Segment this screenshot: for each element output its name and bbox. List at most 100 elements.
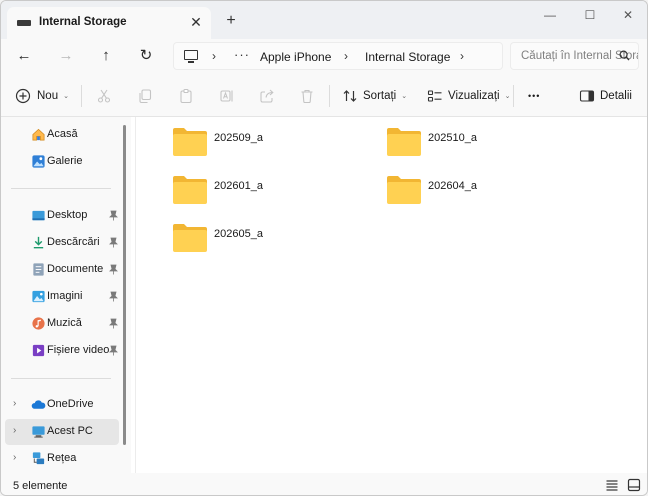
pin-icon[interactable] — [109, 318, 118, 329]
back-button[interactable]: ← — [13, 46, 35, 66]
file-explorer-window: Internal Storage ✕ + — ☐ ✕ ← → ↑ ↻ › ···… — [0, 0, 648, 496]
folder-icon — [387, 176, 421, 204]
sidebar-scrollbar[interactable] — [123, 125, 126, 445]
copy-icon[interactable] — [137, 88, 153, 104]
gallery-icon — [32, 155, 45, 168]
new-button[interactable]: Nou ⌄ — [37, 86, 69, 106]
device-icon — [17, 20, 31, 26]
chevron-right-icon[interactable]: › — [212, 49, 216, 63]
desktop-icon — [32, 210, 45, 221]
breadcrumb-apple-iphone[interactable]: Apple iPhone — [260, 50, 331, 64]
sidebar-item-label: Imagini — [47, 290, 83, 302]
chevron-right-icon[interactable]: › — [13, 425, 16, 436]
chevron-right-icon[interactable]: › — [344, 49, 348, 63]
sort-label: Sortați — [363, 90, 397, 102]
videos-icon — [32, 344, 45, 357]
sidebar-item-label: Desktop — [47, 209, 88, 221]
details-label: Detalii — [600, 90, 632, 102]
divider — [513, 85, 514, 107]
navigation-bar: ← → ↑ ↻ › ··· Apple iPhone › Internal St… — [1, 39, 647, 75]
folder-name: 202605_a — [214, 228, 263, 240]
sidebar-divider — [11, 188, 111, 189]
chevron-right-icon[interactable]: › — [13, 398, 16, 409]
title-bar: Internal Storage ✕ + — ☐ ✕ — [1, 1, 647, 39]
sidebar-item-music[interactable]: Muzică — [5, 311, 119, 337]
folder-icon — [173, 128, 207, 156]
folder-item[interactable]: 202601_a — [172, 175, 372, 211]
minimize-button[interactable]: — — [535, 5, 565, 25]
sidebar-item-videos[interactable]: Fișiere video — [5, 338, 119, 364]
onedrive-icon — [31, 400, 46, 409]
paste-icon[interactable] — [178, 88, 194, 104]
folder-name: 202510_a — [428, 132, 477, 144]
folder-item[interactable]: 202509_a — [172, 127, 372, 163]
up-button[interactable]: ↑ — [95, 46, 117, 66]
tab-close-button[interactable]: ✕ — [187, 13, 205, 31]
sidebar-item-network[interactable]: › Rețea — [5, 446, 119, 472]
navigation-pane: Acasă Galerie Desktop Descărcări Documen… — [1, 117, 131, 473]
this-pc-icon — [32, 426, 45, 438]
view-icon — [427, 90, 442, 102]
pin-icon[interactable] — [109, 291, 118, 302]
folder-item[interactable]: 202510_a — [386, 127, 586, 163]
chevron-down-icon: ⌄ — [504, 93, 511, 100]
cut-icon[interactable] — [96, 88, 112, 104]
sidebar-item-desktop[interactable]: Desktop — [5, 203, 119, 229]
command-bar: Nou ⌄ Sortați ⌄ Vizualizați ⌄ ••• Detali… — [1, 75, 647, 117]
sidebar-item-label: Muzică — [47, 317, 82, 329]
tab-title: Internal Storage — [39, 16, 127, 28]
sidebar-item-downloads[interactable]: Descărcări — [5, 230, 119, 256]
forward-button[interactable]: → — [55, 46, 77, 66]
pin-icon[interactable] — [109, 237, 118, 248]
folder-item[interactable]: 202605_a — [172, 223, 372, 259]
folder-item[interactable]: 202604_a — [386, 175, 586, 211]
chevron-right-icon[interactable]: › — [13, 452, 16, 463]
sort-button[interactable]: Sortați ⌄ — [363, 86, 407, 106]
address-bar[interactable]: › ··· Apple iPhone › Internal Storage › — [173, 42, 503, 70]
rename-icon[interactable] — [219, 88, 235, 104]
add-icon — [15, 88, 31, 104]
folder-icon — [173, 224, 207, 252]
computer-icon — [184, 50, 198, 63]
more-options-button[interactable]: ••• — [528, 86, 540, 106]
pin-icon[interactable] — [109, 210, 118, 221]
divider — [81, 85, 82, 107]
delete-icon[interactable] — [299, 88, 315, 104]
folder-name: 202604_a — [428, 180, 477, 192]
sort-icon — [343, 90, 357, 102]
sidebar-item-onedrive[interactable]: › OneDrive — [5, 392, 119, 418]
status-bar: 5 elemente — [1, 473, 647, 495]
share-icon[interactable] — [259, 88, 275, 104]
sidebar-item-label: Galerie — [47, 155, 83, 167]
sidebar-item-label: Descărcări — [47, 236, 100, 248]
chevron-right-icon[interactable]: › — [460, 49, 464, 63]
network-icon — [32, 452, 45, 465]
tiles-view-icon[interactable] — [627, 478, 641, 492]
close-window-button[interactable]: ✕ — [613, 5, 643, 25]
search-icon — [619, 50, 630, 61]
maximize-button[interactable]: ☐ — [575, 5, 605, 25]
pin-icon[interactable] — [109, 345, 118, 356]
sidebar-item-home[interactable]: Acasă — [5, 122, 119, 148]
folder-icon — [387, 128, 421, 156]
breadcrumb-internal-storage[interactable]: Internal Storage — [365, 50, 450, 64]
pin-icon[interactable] — [109, 264, 118, 275]
search-box[interactable]: Căutați în Internal Storage — [510, 42, 639, 70]
divider — [329, 85, 330, 107]
refresh-button[interactable]: ↻ — [135, 46, 157, 66]
tab-internal-storage[interactable]: Internal Storage ✕ — [7, 7, 211, 39]
sidebar-item-pictures[interactable]: Imagini — [5, 284, 119, 310]
sidebar-item-label: OneDrive — [47, 398, 94, 410]
details-button[interactable]: Detalii — [600, 86, 632, 106]
breadcrumb-overflow-button[interactable]: ··· — [234, 47, 250, 62]
sidebar-item-documents[interactable]: Documente — [5, 257, 119, 283]
documents-icon — [33, 263, 44, 276]
sidebar-item-label: Acasă — [47, 128, 78, 140]
view-button[interactable]: Vizualizați ⌄ — [448, 86, 510, 106]
new-tab-button[interactable]: + — [221, 11, 241, 31]
sidebar-item-this-pc[interactable]: › Acest PC — [5, 419, 119, 445]
folder-name: 202509_a — [214, 132, 263, 144]
details-view-icon[interactable] — [605, 478, 619, 492]
details-pane-icon — [579, 90, 595, 102]
sidebar-item-gallery[interactable]: Galerie — [5, 149, 119, 175]
